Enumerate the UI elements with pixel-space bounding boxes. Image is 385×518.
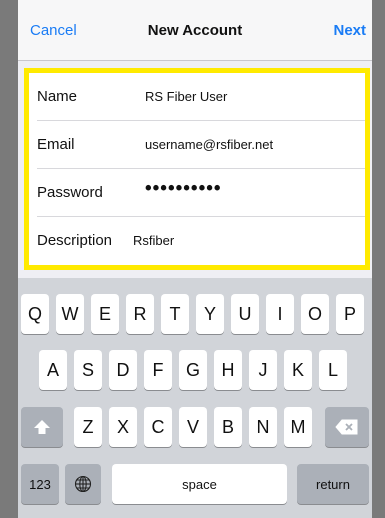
key-n[interactable]: N (249, 407, 277, 447)
password-label: Password (37, 184, 103, 201)
email-row[interactable]: Email username@rsfiber.net (29, 121, 365, 169)
key-g[interactable]: G (179, 350, 207, 390)
key-i[interactable]: I (266, 294, 294, 334)
key-r[interactable]: R (126, 294, 154, 334)
phone-screen: Cancel New Account Next Name RS Fiber Us… (18, 0, 372, 518)
device-frame: Cancel New Account Next Name RS Fiber Us… (0, 0, 385, 518)
next-button[interactable]: Next (333, 22, 366, 39)
numbers-key[interactable]: 123 (21, 464, 59, 504)
key-s[interactable]: S (74, 350, 102, 390)
password-row[interactable]: Password •••••••••• (29, 169, 365, 217)
email-label: Email (37, 136, 75, 153)
key-c[interactable]: C (144, 407, 172, 447)
shift-key[interactable] (21, 407, 63, 447)
delete-key[interactable] (325, 407, 369, 447)
email-field[interactable]: username@rsfiber.net (145, 137, 273, 152)
description-label: Description (37, 232, 113, 249)
name-field[interactable]: RS Fiber User (145, 89, 227, 104)
key-l[interactable]: L (319, 350, 347, 390)
password-field[interactable]: •••••••••• (145, 178, 222, 200)
page-title: New Account (147, 22, 243, 39)
key-m[interactable]: M (284, 407, 312, 447)
return-key[interactable]: return (297, 464, 369, 504)
space-bar[interactable]: space (112, 464, 287, 504)
key-b[interactable]: B (214, 407, 242, 447)
key-a[interactable]: A (39, 350, 67, 390)
name-row[interactable]: Name RS Fiber User (29, 73, 365, 121)
account-form: Name RS Fiber User Email username@rsfibe… (24, 68, 370, 270)
key-v[interactable]: V (179, 407, 207, 447)
key-w[interactable]: W (56, 294, 84, 334)
key-d[interactable]: D (109, 350, 137, 390)
on-screen-keyboard: Q W E R T Y U I O P A S D F G H J K L Z … (18, 278, 372, 518)
key-f[interactable]: F (144, 350, 172, 390)
key-x[interactable]: X (109, 407, 137, 447)
key-h[interactable]: H (214, 350, 242, 390)
backspace-icon (335, 419, 359, 435)
shift-arrow-icon (33, 418, 51, 436)
key-k[interactable]: K (284, 350, 312, 390)
name-label: Name (37, 88, 78, 105)
key-z[interactable]: Z (74, 407, 102, 447)
key-y[interactable]: Y (196, 294, 224, 334)
key-u[interactable]: U (231, 294, 259, 334)
key-e[interactable]: E (91, 294, 119, 334)
key-p[interactable]: P (336, 294, 364, 334)
key-o[interactable]: O (301, 294, 329, 334)
description-row[interactable]: Description Rsfiber (29, 217, 365, 265)
globe-key[interactable] (65, 464, 101, 504)
key-j[interactable]: J (249, 350, 277, 390)
description-field[interactable]: Rsfiber (133, 233, 174, 248)
navigation-bar: Cancel New Account Next (18, 0, 372, 61)
key-q[interactable]: Q (21, 294, 49, 334)
globe-icon (74, 475, 92, 493)
key-t[interactable]: T (161, 294, 189, 334)
